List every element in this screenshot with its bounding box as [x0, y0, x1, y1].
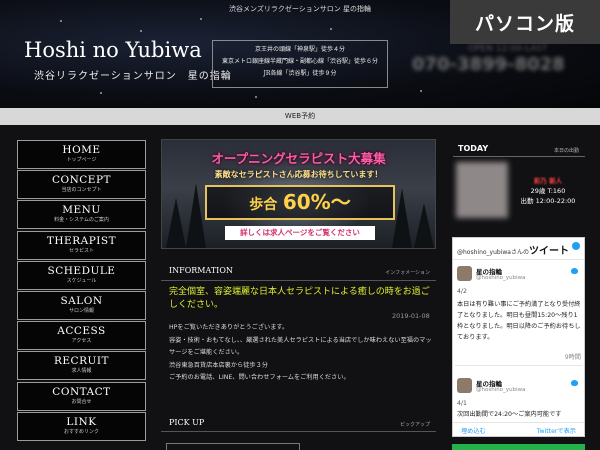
nav-item-contact[interactable]: CONTACT お問合せ	[17, 381, 146, 411]
nav-item-therapist[interactable]: THERAPIST セラピスト	[17, 230, 146, 260]
nav-label: MENU	[62, 204, 101, 217]
nav-sublabel: スケジュール	[66, 277, 97, 284]
banner-title: オープニングセラピスト大募集	[211, 151, 386, 166]
pc-version-badge[interactable]: パソコン版	[450, 0, 600, 44]
therapist-info[interactable]: 彩乃 新人 29歳 T:160 出勤 12:00-22:00	[516, 176, 580, 206]
nav-sublabel: 当店のコンセプト	[61, 187, 102, 194]
nav-label: SCHEDULE	[47, 264, 116, 277]
twitter-bird-icon	[571, 380, 578, 386]
nav-label: SALON	[60, 294, 103, 307]
nav-sublabel: トップページ	[66, 157, 97, 163]
information-body: HPをご覧いただきありがとうございます。 容姿・技術・おもてなし、、厳選された美…	[169, 322, 434, 385]
site-logo-subtitle: 渋谷リラクゼーションサロン 星の指輪	[34, 71, 232, 82]
therapist-time: 出勤 12:00-22:00	[520, 197, 576, 205]
information-paragraph: 渋谷東急百貨店本店裏から徒歩３分	[169, 361, 268, 369]
nav-item-recruit[interactable]: RECRUIT 求人情報	[17, 351, 146, 381]
tweet-author-handle[interactable]: @hoshino_yubiwa	[476, 275, 525, 281]
access-line: 京王井の頭線「神泉駅」徒歩４分	[254, 46, 345, 53]
phone-number[interactable]: 070-3899-8028	[412, 54, 582, 82]
nav-sublabel: お問合せ	[71, 398, 92, 405]
recruit-banner[interactable]: オープニングセラピスト大募集 素敵なセラピストさん応募お待ちしています！ 歩合 …	[161, 139, 436, 249]
side-navigation: HOME トップページ CONCEPT 当店のコンセプト MENU 料金・システムのご…	[17, 140, 146, 442]
tweet-divider	[455, 365, 582, 366]
nav-item-link[interactable]: LINK おすすめリンク	[17, 411, 146, 441]
twitter-timeline[interactable]: @hoshino_yubiwaさんのツイート 星の指輪 @hoshino_yub…	[452, 237, 585, 437]
nav-label: HOME	[62, 144, 101, 156]
twitter-header: @hoshino_yubiwaさんのツイート	[453, 238, 584, 260]
nav-label: CONCEPT	[51, 174, 112, 187]
site-logo[interactable]: Hoshi no Yubiwa	[24, 38, 202, 62]
nav-sublabel: セラピスト	[68, 247, 94, 254]
today-heading: TODAY	[458, 144, 489, 153]
nav-label: THERAPIST	[46, 234, 117, 247]
avatar[interactable]	[457, 378, 472, 393]
access-info-box: 京王井の頭線「神泉駅」徒歩４分 東京メトロ銀座線半蔵門線・副都心線「渋谷駅」徒歩…	[212, 40, 388, 88]
open-hours: OPEN 12:00-LAST	[468, 44, 548, 54]
information-date: 2019-01-08	[392, 312, 430, 320]
nav-item-concept[interactable]: CONCEPT 当店のコンセプト	[17, 170, 146, 200]
page-root: 渋谷メンズリラクゼーションサロン 星の指輪 パソコン版 Hoshi no Yub…	[0, 0, 600, 450]
twitter-bird-icon	[571, 268, 578, 274]
therapist-name: 彩乃 新人	[533, 177, 563, 185]
twitter-info-icon[interactable]	[572, 242, 580, 250]
pickup-header: PICK UP ピックアップ	[161, 414, 436, 432]
banner-subtitle: 素敵なセラピストさん応募お待ちしています！	[214, 170, 383, 179]
pickup-subheading: ピックアップ	[399, 422, 430, 428]
nav-label: ACCESS	[57, 325, 106, 338]
access-line: JR各線「渋谷駅」徒歩９分	[263, 70, 337, 77]
nav-sublabel: アクセス	[71, 338, 92, 345]
embed-link[interactable]: 埋め込む	[461, 426, 486, 435]
pickup-card[interactable]	[166, 443, 300, 450]
nav-item-menu[interactable]: MENU 料金・システムのご案内	[17, 200, 146, 230]
nav-label: CONTACT	[52, 385, 111, 398]
nav-label: RECRUIT	[53, 355, 109, 368]
tweet-time[interactable]: 9時間	[457, 352, 581, 363]
information-title[interactable]: 完全個室、容姿端麗な日本人セラピストによる癒しの時をお過ごしください。	[169, 286, 434, 312]
tweet-date: 4/2	[457, 288, 467, 295]
access-line: 東京メトロ銀座線半蔵門線・副都心線「渋谷駅」徒歩６分	[221, 58, 378, 65]
web-booking-bar[interactable]: WEB予約	[0, 108, 600, 125]
nav-label: LINK	[66, 415, 97, 428]
rate-label: 歩合	[249, 197, 278, 213]
view-on-twitter-link[interactable]: Twitterで表示	[537, 426, 576, 435]
twitter-tweets-label: ツイート	[528, 246, 569, 257]
twitter-handle-text[interactable]: @hoshino_yubiwaさんの	[457, 249, 529, 256]
information-paragraph: ご予約のお電話、LINE、問い合わせフォームをご利用ください。	[169, 374, 350, 381]
tweet-text: 本日は有り難い事にご予約満了となり受付終了となりました。明日も昼間15:20～残…	[457, 301, 581, 341]
today-header: TODAY 本日の出勤	[453, 141, 585, 157]
nav-item-access[interactable]: ACCESS アクセス	[17, 321, 146, 351]
recruit-detail-button[interactable]: 詳しくは求人ページをご覧ください	[225, 226, 375, 240]
nav-sublabel: おすすめリンク	[63, 428, 99, 435]
twitter-footer: 埋め込む Twitterで表示	[453, 422, 584, 436]
rate-value: 60%～	[282, 190, 351, 214]
line-banner[interactable]	[452, 444, 585, 450]
information-subheading: インフォメーション	[385, 270, 430, 276]
information-paragraph: HPをご覧いただきありがとうございます。	[169, 324, 289, 331]
avatar[interactable]	[457, 266, 472, 281]
pickup-heading: PICK UP	[169, 418, 205, 427]
tweet-text: 次回出勤間で24:20～ご案内可能です	[457, 411, 562, 418]
nav-item-schedule[interactable]: SCHEDULE スケジュール	[17, 260, 146, 290]
information-paragraph: 容姿・技術・おもてなし、、厳選された美人セラピストによる当店でしか味わえない至福…	[169, 336, 432, 357]
therapist-stats: 29歳 T:160	[530, 187, 566, 195]
nav-item-home[interactable]: HOME トップページ	[17, 140, 146, 169]
today-subheading: 本日の出勤	[553, 148, 579, 154]
nav-item-salon[interactable]: SALON サロン情報	[17, 290, 146, 320]
information-header: INFORMATION インフォメーション	[161, 263, 436, 281]
tweet-author-handle[interactable]: @hoshino_yubiwa	[476, 387, 525, 393]
tweet-date: 4/1	[457, 400, 467, 407]
nav-sublabel: サロン情報	[68, 307, 94, 314]
therapist-photo[interactable]	[456, 162, 508, 218]
site-header: 渋谷メンズリラクゼーションサロン 星の指輪 パソコン版 Hoshi no Yub…	[0, 0, 600, 108]
nav-sublabel: 求人情報	[71, 368, 92, 375]
information-heading: INFORMATION	[169, 266, 233, 275]
nav-sublabel: 料金・システムのご案内	[54, 217, 109, 224]
commission-rate-box: 歩合 60%～	[205, 185, 395, 220]
